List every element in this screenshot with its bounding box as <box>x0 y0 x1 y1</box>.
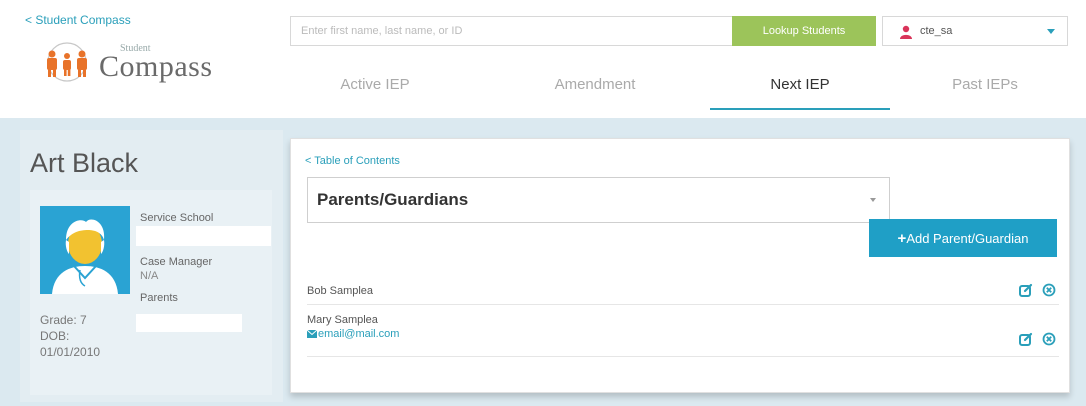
edit-icon[interactable] <box>1019 332 1033 346</box>
remove-icon[interactable] <box>1042 283 1056 297</box>
grade-value: Grade: 7 <box>40 313 87 327</box>
tab-next-iep[interactable]: Next IEP <box>710 60 890 110</box>
guardian-email: email@mail.com <box>318 328 400 340</box>
plus-icon: + <box>897 229 907 247</box>
student-name: Art Black <box>30 148 139 178</box>
add-parent-guardian-label: Add Parent/Guardian <box>906 230 1029 246</box>
guardian-row: Mary Samplea email@mail.com <box>307 307 1059 357</box>
guardian-email-link[interactable]: email@mail.com <box>307 328 399 340</box>
section-select[interactable]: Parents/Guardians <box>307 177 890 223</box>
mail-icon <box>307 330 317 338</box>
guardian-name: Bob Samplea <box>307 285 374 297</box>
add-parent-guardian-button[interactable]: +Add Parent/Guardian <box>869 219 1057 257</box>
section-title: Parents/Guardians <box>317 190 469 209</box>
user-menu-dropdown[interactable]: cte_sa <box>882 16 1068 46</box>
chevron-down-icon <box>1047 29 1055 34</box>
remove-icon[interactable] <box>1042 332 1056 346</box>
case-manager-value: N/A <box>140 270 159 282</box>
iep-tabs: Active IEP Amendment Next IEP Past IEPs <box>290 60 1086 110</box>
student-compass-logo: Student Compass <box>37 38 237 93</box>
logo-title: Compass <box>99 50 213 83</box>
parents-guardians-panel: < Table of Contents Parents/Guardians +A… <box>290 138 1070 393</box>
table-of-contents-link[interactable]: < Table of Contents <box>305 155 400 167</box>
student-avatar <box>40 206 130 294</box>
back-to-student-compass-link[interactable]: < Student Compass <box>25 13 131 27</box>
case-manager-label: Case Manager <box>140 256 213 268</box>
tab-past-ieps[interactable]: Past IEPs <box>900 60 1070 110</box>
service-school-value <box>136 226 271 246</box>
user-icon <box>900 25 912 39</box>
family-logo-icon <box>47 42 87 82</box>
parents-value <box>136 314 242 332</box>
dob-label: DOB: <box>40 329 70 343</box>
guardian-row: Bob Samplea <box>307 279 1059 305</box>
student-search-input[interactable] <box>290 16 732 46</box>
student-avatar-icon <box>52 219 118 294</box>
student-card: Service School Case Manager N/A Parents … <box>30 190 272 395</box>
student-panel: Art Black Service School Case Manager N/… <box>20 130 283 402</box>
guardian-name: Mary Samplea <box>307 314 378 326</box>
user-name: cte_sa <box>920 25 953 37</box>
tab-amendment[interactable]: Amendment <box>495 60 695 110</box>
parents-label: Parents <box>140 292 178 304</box>
lookup-students-button[interactable]: Lookup Students <box>732 16 876 46</box>
service-school-label: Service School <box>140 212 214 224</box>
tab-active-iep[interactable]: Active IEP <box>290 60 460 110</box>
dob-value: 01/01/2010 <box>40 345 101 359</box>
edit-icon[interactable] <box>1019 283 1033 297</box>
top-header: < Student Compass Student Compass Lookup <box>0 0 1086 118</box>
chevron-down-icon <box>870 198 876 202</box>
